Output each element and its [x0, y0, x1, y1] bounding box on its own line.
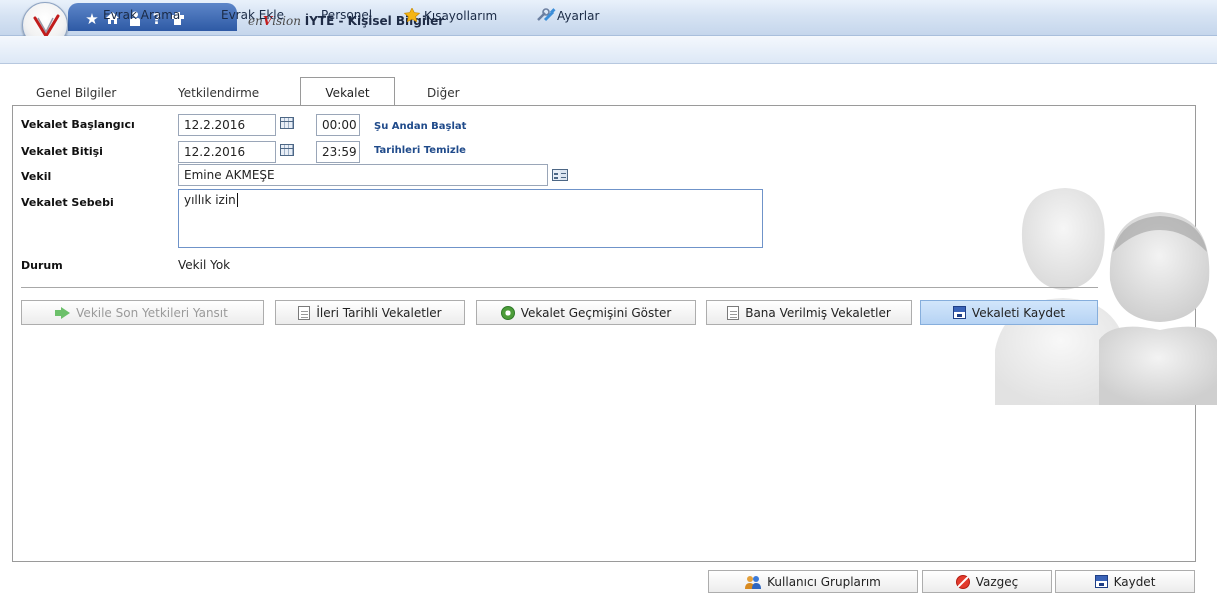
proxy-label: Vekil	[21, 170, 52, 183]
save-proxy-button[interactable]: Vekaleti Kaydet	[920, 300, 1098, 325]
end-label: Vekalet Bitişi	[21, 145, 103, 158]
cancel-button[interactable]: Vazgeç	[922, 570, 1052, 593]
menu-bar	[0, 36, 1217, 64]
cancel-icon	[955, 574, 970, 589]
start-now-link[interactable]: Şu Andan Başlat	[374, 121, 466, 132]
select-user-icon[interactable]	[552, 169, 568, 181]
menu-ayarlar[interactable]: Ayarlar	[536, 8, 599, 23]
calendar-icon[interactable]	[280, 144, 294, 156]
menu-personel[interactable]: Personel	[321, 8, 372, 22]
clear-dates-link[interactable]: Tarihleri Temizle	[374, 145, 466, 156]
menu-kisayollarim[interactable]: Kısayollarım	[403, 7, 497, 23]
future-proxies-button[interactable]: İleri Tarihli Vekaletler	[275, 300, 465, 325]
user-groups-button[interactable]: Kullanıcı Gruplarım	[708, 570, 918, 593]
star-icon	[403, 7, 421, 23]
star-icon[interactable]: ★	[84, 11, 100, 27]
arrow-right-icon	[55, 306, 71, 319]
calendar-icon[interactable]	[280, 117, 294, 129]
given-proxies-button[interactable]: Bana Verilmiş Vekaletler	[706, 300, 912, 325]
show-history-button[interactable]: Vekalet Geçmişini Göster	[476, 300, 696, 325]
end-time-input[interactable]: 23:59	[316, 141, 360, 163]
history-icon	[500, 305, 515, 320]
save-icon	[1094, 575, 1108, 588]
divider	[21, 287, 1098, 288]
start-time-input[interactable]: 00:00	[316, 114, 360, 136]
end-date-input[interactable]: 12.2.2016	[178, 141, 276, 163]
tab-vekalet[interactable]: Vekalet	[300, 77, 395, 106]
tab-yetkilendirme[interactable]: Yetkilendirme	[178, 86, 259, 100]
status-label: Durum	[21, 259, 63, 272]
users-icon	[745, 575, 762, 589]
reason-textarea[interactable]: yıllık izin	[178, 189, 763, 248]
menu-evrak-ekle[interactable]: Evrak Ekle	[221, 8, 284, 22]
reason-label: Vekalet Sebebi	[21, 196, 114, 209]
menu-evrak-arama[interactable]: Evrak Arama	[103, 8, 180, 22]
document-icon	[298, 305, 311, 320]
tools-icon	[536, 8, 556, 22]
save-button[interactable]: Kaydet	[1055, 570, 1195, 593]
reflect-permissions-button[interactable]: Vekile Son Yetkileri Yansıt	[21, 300, 264, 325]
start-date-input[interactable]: 12.2.2016	[178, 114, 276, 136]
tab-genel-bilgiler[interactable]: Genel Bilgiler	[36, 86, 116, 100]
status-value: Vekil Yok	[178, 258, 231, 272]
start-label: Vekalet Başlangıcı	[21, 118, 135, 131]
document-icon	[727, 305, 740, 320]
proxy-input[interactable]: Emine AKMEŞE	[178, 164, 548, 186]
save-icon	[952, 306, 966, 319]
tab-diger[interactable]: Diğer	[427, 86, 460, 100]
